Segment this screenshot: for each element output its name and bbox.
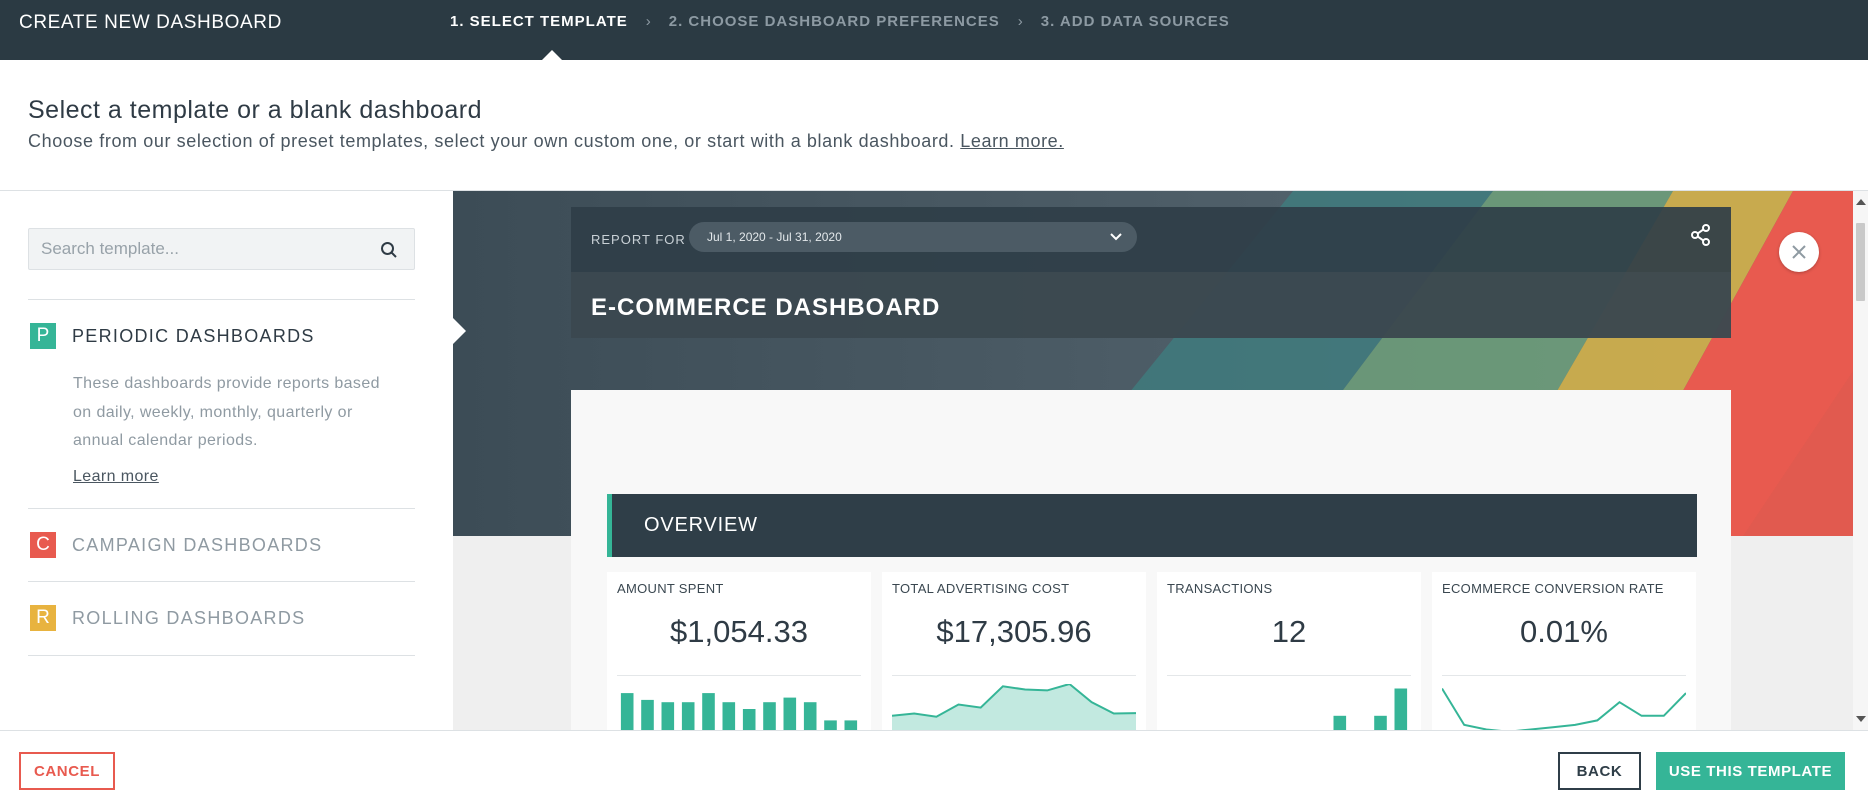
kpi-divider [617,675,861,676]
kpi-sparkline [1333,688,1408,730]
kpi-label: TRANSACTIONS [1167,581,1273,596]
overview-title: OVERVIEW [644,514,758,536]
wizard-steps: 1. SELECT TEMPLATE › 2. CHOOSE DASHBOARD… [450,13,1230,30]
category-badge: C [30,532,56,558]
category-badge: P [30,323,56,349]
selection-pointer [453,318,466,344]
kpi-sparkline [1442,687,1686,730]
dashboard-title: E-COMMERCE DASHBOARD [591,294,941,321]
spark-bar [763,702,776,730]
category-rolling-dashboards[interactable]: R ROLLING DASHBOARDS [30,605,305,631]
divider [28,581,415,582]
category-label: ROLLING DASHBOARDS [72,607,306,628]
kpi-value: 12 [1271,614,1307,649]
spark-bar [702,693,715,730]
kpi-label: TOTAL ADVERTISING COST [892,581,1070,596]
use-template-button[interactable]: USE THIS TEMPLATE [1656,752,1845,790]
spark-line [1442,687,1686,730]
template-search [28,228,415,270]
active-step-indicator [541,50,563,61]
category-campaign-dashboards[interactable]: C CAMPAIGN DASHBOARDS [30,532,322,558]
overview-section-header: OVERVIEW [607,494,1697,557]
learn-more-link[interactable]: Learn more. [960,131,1064,151]
category-learn-more-link[interactable]: Learn more [73,468,159,486]
dashboard-header: REPORT FOR Jul 1, 2020 - Jul 31, 2020 E-… [571,207,1731,338]
close-icon [1792,245,1806,259]
dashboard-sheet: OVERVIEW AMOUNT SPENT $1,054.33 TOTAL AD… [571,390,1731,730]
back-button[interactable]: BACK [1558,752,1641,790]
kpi-value: $1,054.33 [670,614,808,649]
date-range-value: Jul 1, 2020 - Jul 31, 2020 [707,230,842,244]
chevron-right-icon: › [1017,13,1023,30]
date-range-select[interactable]: Jul 1, 2020 - Jul 31, 2020 [689,222,1137,252]
kpi-divider [892,675,1136,676]
kpi-card-amount-spent: AMOUNT SPENT $1,054.33 [607,572,871,730]
kpi-divider [1167,675,1411,676]
scroll-down-icon[interactable] [1856,716,1866,722]
spark-bar [1333,715,1347,730]
scrollbar-thumb[interactable] [1856,223,1865,301]
kpi-label: AMOUNT SPENT [617,581,724,596]
spark-bar [620,693,634,730]
share-icon[interactable] [1689,223,1713,247]
category-badge: R [30,605,56,631]
kpi-sparkline [620,693,858,730]
step-add-data-sources[interactable]: 3. ADD DATA SOURCES [1041,13,1230,30]
kpi-card-transactions: TRANSACTIONS 12 [1157,572,1421,730]
search-input[interactable] [41,229,371,269]
divider [28,655,415,656]
step-select-template[interactable]: 1. SELECT TEMPLATE [450,13,628,30]
description-text: Choose from our selection of preset temp… [28,131,955,151]
spark-bar [641,699,654,730]
divider [28,299,415,300]
spark-bar [803,702,817,730]
template-preview: REPORT FOR Jul 1, 2020 - Jul 31, 2020 E-… [453,191,1853,730]
spark-bar [681,702,695,730]
divider [28,508,415,509]
kpi-divider [1442,675,1686,676]
report-for-label: REPORT FOR [591,232,686,247]
search-icon[interactable] [380,241,398,259]
cancel-button[interactable]: CANCEL [19,752,115,790]
kpi-value: 0.01% [1520,614,1608,649]
close-preview-button[interactable] [1779,232,1819,272]
vertical-scrollbar[interactable] [1853,191,1868,730]
scroll-up-icon[interactable] [1856,199,1866,205]
step-choose-preferences[interactable]: 2. CHOOSE DASHBOARD PREFERENCES [669,13,1000,30]
spark-bar [1374,715,1387,730]
chevron-right-icon: › [645,13,651,30]
spark-bar [742,709,756,730]
top-bar: CREATE NEW DASHBOARD 1. SELECT TEMPLATE … [0,0,1868,61]
spark-bar [1394,688,1408,730]
kpi-value: $17,305.96 [936,614,1092,649]
category-label: PERIODIC DASHBOARDS [72,325,315,346]
category-label: CAMPAIGN DASHBOARDS [72,534,323,555]
category-periodic-dashboards[interactable]: P PERIODIC DASHBOARDS [30,323,315,349]
kpi-label: ECOMMERCE CONVERSION RATE [1442,581,1664,596]
footer-bar: CANCEL BACK USE THIS TEMPLATE [0,730,1868,802]
spark-bar [824,720,837,730]
page-title: CREATE NEW DASHBOARD [19,12,282,33]
spark-bar [722,702,736,730]
section-description: Choose from our selection of preset temp… [28,131,1064,152]
kpi-sparkline [892,684,1136,730]
spark-bar [661,702,675,730]
spark-bar [783,697,797,730]
section-heading: Select a template or a blank dashboard [28,96,482,124]
kpi-card-total-advertising-cost: TOTAL ADVERTISING COST $17,305.96 [882,572,1146,730]
category-description: These dashboards provide reports based o… [73,375,380,449]
kpi-card-conversion-rate: ECOMMERCE CONVERSION RATE 0.01% [1432,572,1696,730]
chevron-down-icon [1110,233,1122,241]
spark-bar [844,720,858,730]
